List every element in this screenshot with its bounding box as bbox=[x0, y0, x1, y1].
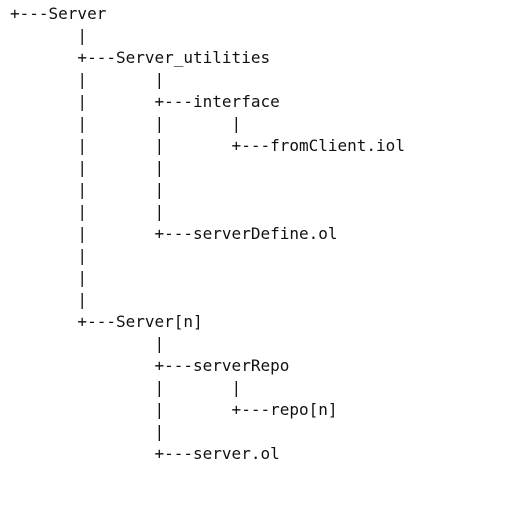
tree-connector: | bbox=[10, 334, 165, 353]
tree-node-serverdefine-ol: | +---serverDefine.ol bbox=[10, 224, 338, 243]
directory-tree: +---Server | +---Server_utilities | | | … bbox=[0, 0, 514, 506]
tree-connector: | | bbox=[10, 202, 165, 221]
tree-connector: | | bbox=[10, 180, 165, 199]
tree-connector: | bbox=[10, 290, 88, 309]
tree-connector: | bbox=[10, 268, 88, 287]
tree-connector: | bbox=[10, 246, 88, 265]
tree-node-server: +---Server bbox=[10, 4, 107, 23]
tree-connector: | | bbox=[10, 378, 242, 397]
tree-connector: | bbox=[10, 26, 88, 45]
tree-connector: | | bbox=[10, 158, 165, 177]
tree-node-server-ol: +---server.ol bbox=[10, 444, 280, 463]
tree-node-repo-n: | +---repo[n] bbox=[10, 400, 338, 419]
tree-connector: | | | bbox=[10, 114, 242, 133]
tree-node-server-utilities: +---Server_utilities bbox=[10, 48, 271, 67]
tree-node-serverrepo: +---serverRepo bbox=[10, 356, 290, 375]
tree-connector: | bbox=[10, 422, 165, 441]
tree-node-interface: | +---interface bbox=[10, 92, 280, 111]
tree-connector: | | bbox=[10, 70, 165, 89]
tree-node-server-n: +---Server[n] bbox=[10, 312, 203, 331]
tree-node-fromclient-iol: | | +---fromClient.iol bbox=[10, 136, 405, 155]
